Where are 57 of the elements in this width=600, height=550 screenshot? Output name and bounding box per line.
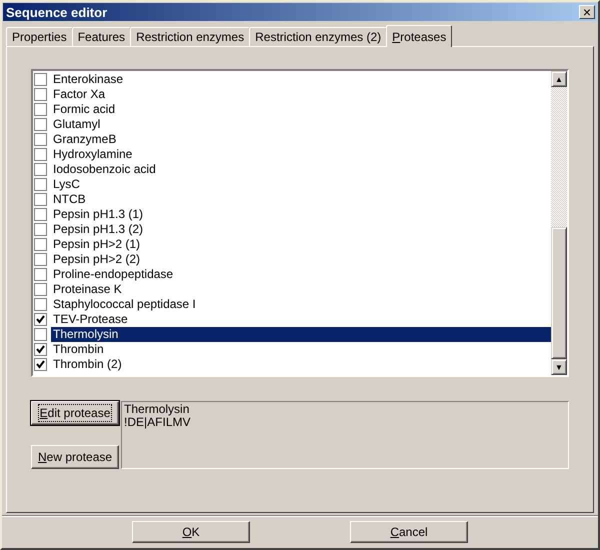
scrollbar-thumb[interactable] [551,227,567,359]
list-item[interactable]: Staphylococcal peptidase I [51,297,551,312]
list-item[interactable]: TEV-Protease [51,312,551,327]
checkbox[interactable] [34,268,47,281]
tab[interactable]: Restriction enzymes (2) [249,27,388,46]
checkbox[interactable] [34,73,47,86]
details-text: !DE|AFILMV [124,416,192,429]
list-item[interactable]: Factor Xa [51,87,551,102]
new-protease-button[interactable]: New protease [31,445,120,469]
checkbox[interactable] [34,298,47,311]
list-item[interactable]: LysC [51,177,551,192]
list-item[interactable]: Thrombin (2) [51,357,551,372]
list-item[interactable]: Pepsin pH1.3 (2) [51,222,551,237]
details-text: Thermolysin [124,403,190,416]
window-title: Sequence editor [6,4,108,20]
close-button[interactable]: × [579,5,595,19]
checkbox[interactable] [34,193,47,206]
tab[interactable]: Restriction enzymes [130,27,250,46]
dialog-button[interactable]: Cancel [350,521,468,543]
checkbox[interactable] [34,208,47,221]
checkbox[interactable] [34,328,47,341]
list-item[interactable]: Pepsin pH>2 (1) [51,237,551,252]
list-item[interactable]: GranzymeB [51,132,551,147]
list-item[interactable]: Formic acid [51,102,551,117]
checkbox[interactable] [34,103,47,116]
checkbox[interactable] [34,88,47,101]
scroll-down-button[interactable]: ▼ [551,359,567,375]
checkbox[interactable] [34,178,47,191]
list-item[interactable]: Thrombin [51,342,551,357]
checkbox[interactable] [34,283,47,296]
checkbox[interactable] [34,148,47,161]
list-item[interactable]: Glutamyl [51,117,551,132]
tab[interactable]: Proteases [386,25,452,47]
list-item[interactable]: Pepsin pH1.3 (1) [51,207,551,222]
checkbox[interactable] [34,223,47,236]
checkbox[interactable] [34,133,47,146]
edit-protease-button[interactable]: Edit protease [31,401,120,425]
checkbox[interactable] [34,343,47,356]
checkmark-icon [36,315,45,324]
checkbox[interactable] [34,238,47,251]
list-item[interactable]: NTCB [51,192,551,207]
checkbox[interactable] [34,313,47,326]
scroll-up-button[interactable]: ▲ [551,71,567,87]
list-item[interactable]: Thermolysin [51,327,551,342]
checkbox[interactable] [34,253,47,266]
list-item[interactable]: Proline-endopeptidase [51,267,551,282]
checkbox[interactable] [34,118,47,131]
checkbox[interactable] [34,163,47,176]
list-item[interactable]: Hydroxylamine [51,147,551,162]
list-item[interactable]: Proteinase K [51,282,551,297]
list-item[interactable]: Iodosobenzoic acid [51,162,551,177]
checkbox[interactable] [34,358,47,371]
list-item[interactable]: Enterokinase [51,72,551,87]
list-item[interactable]: Pepsin pH>2 (2) [51,252,551,267]
tab[interactable]: Features [72,27,132,46]
tab[interactable]: Properties [6,27,73,46]
dialog-button[interactable]: OK [132,521,250,543]
